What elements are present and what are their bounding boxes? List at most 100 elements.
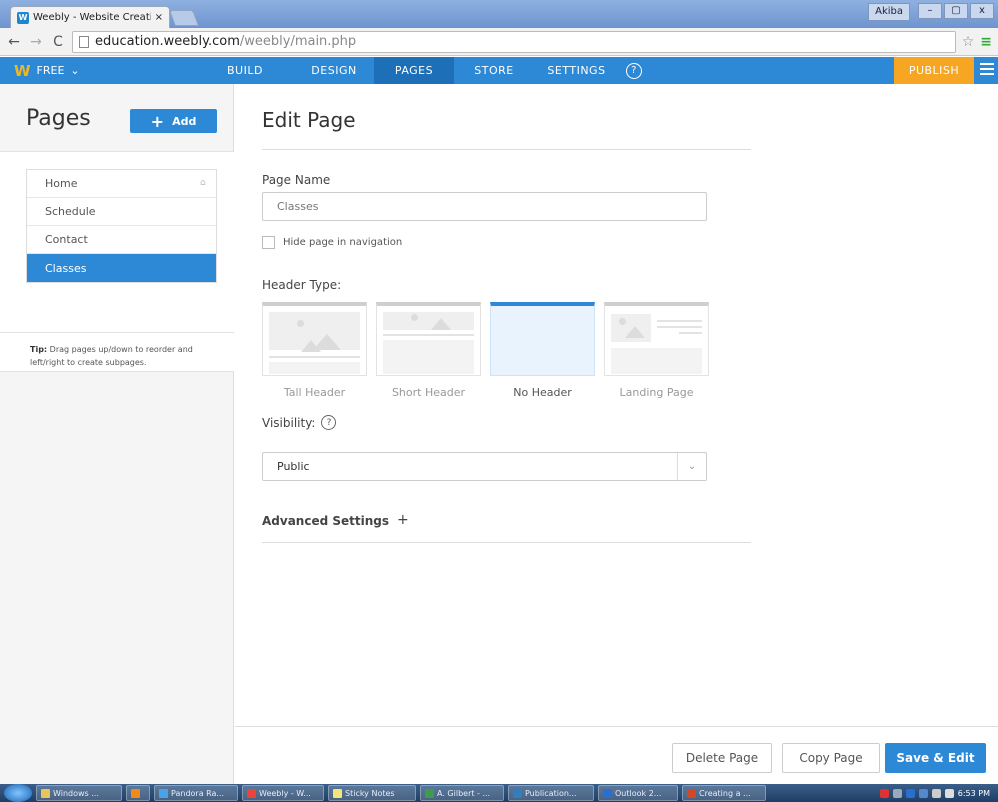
- forward-arrow-icon[interactable]: →: [28, 34, 44, 50]
- volume-icon[interactable]: [944, 788, 954, 798]
- browser-titlebar: W Weebly - Website Creatio × Akiba – ▢ x: [0, 0, 998, 28]
- help-button[interactable]: ?: [619, 57, 649, 84]
- divider: [262, 542, 751, 543]
- minimize-button[interactable]: –: [918, 3, 942, 19]
- taskbar-item-chrome[interactable]: Weebly - W...: [242, 785, 324, 801]
- copy-page-button[interactable]: Copy Page: [782, 743, 880, 773]
- tab-store[interactable]: STORE: [454, 57, 534, 84]
- save-and-edit-button[interactable]: Save & Edit: [885, 743, 986, 773]
- taskbar-item-publisher[interactable]: Publication...: [508, 785, 594, 801]
- advanced-label: Advanced Settings: [262, 514, 390, 528]
- page-name-input[interactable]: Classes: [262, 192, 707, 221]
- sidebar-header: Pages + Add: [0, 84, 233, 152]
- chevron-down-icon: ⌄: [677, 453, 706, 480]
- page-icon: [79, 35, 89, 48]
- taskbar-item-pandora[interactable]: Pandora Ra...: [154, 785, 238, 801]
- tray-icon[interactable]: [879, 788, 889, 798]
- tray-icon[interactable]: [931, 788, 941, 798]
- maximize-button[interactable]: ▢: [944, 3, 968, 19]
- reorder-tip: Tip: Drag pages up/down to reorder and l…: [0, 332, 234, 372]
- page-title: Edit Page: [262, 108, 356, 132]
- sidebar-body: Home ⌂ Schedule Contact Classes: [0, 152, 234, 332]
- page-item-schedule[interactable]: Schedule: [27, 198, 216, 226]
- url-path: /weebly/main.php: [239, 34, 357, 49]
- tab-settings[interactable]: SETTINGS: [534, 57, 619, 84]
- tab-design[interactable]: DESIGN: [294, 57, 374, 84]
- no-header-thumbnail: [490, 302, 595, 376]
- browser-menu-icon[interactable]: ≡: [980, 34, 992, 50]
- header-option-label: No Header: [513, 386, 572, 399]
- bookmark-star-icon[interactable]: ☆: [962, 34, 975, 50]
- advanced-settings-toggle[interactable]: Advanced Settings +: [262, 512, 409, 528]
- profile-name[interactable]: Akiba: [868, 3, 910, 21]
- tab-close-icon[interactable]: ×: [155, 12, 163, 23]
- edit-page-panel: Edit Page Page Name Classes Hide page in…: [235, 84, 998, 784]
- start-button-icon[interactable]: [4, 784, 32, 802]
- header-option-short[interactable]: Short Header: [376, 302, 481, 399]
- publish-button[interactable]: PUBLISH: [894, 57, 974, 84]
- plan-label: FREE: [36, 64, 65, 77]
- page-label: Classes: [45, 261, 87, 275]
- help-icon: ?: [626, 62, 642, 79]
- header-type-label: Header Type:: [262, 278, 342, 292]
- chevron-down-icon: ⌄: [70, 64, 80, 77]
- windows-taskbar: Windows ... Pandora Ra... Weebly - W... …: [0, 784, 998, 802]
- weebly-logo-icon: W: [14, 61, 31, 80]
- header-option-tall[interactable]: Tall Header: [262, 302, 367, 399]
- tray-icon[interactable]: [892, 788, 902, 798]
- add-label: Add: [172, 114, 197, 128]
- tab-pages[interactable]: PAGES: [374, 57, 454, 84]
- address-bar[interactable]: education.weebly.com/weebly/main.php: [72, 30, 956, 53]
- visibility-label: Visibility:: [262, 415, 316, 430]
- plus-icon: +: [397, 512, 409, 528]
- back-arrow-icon[interactable]: ←: [6, 34, 22, 50]
- window-controls: Akiba – ▢ x: [868, 3, 994, 21]
- taskbar-item-explorer[interactable]: Windows ...: [36, 785, 122, 801]
- page-name-label: Page Name: [262, 173, 331, 187]
- short-header-thumbnail: [376, 302, 481, 376]
- help-icon[interactable]: ?: [321, 415, 337, 430]
- header-option-landing[interactable]: Landing Page: [604, 302, 709, 399]
- tip-text: Drag pages up/down to reorder and left/r…: [30, 345, 193, 367]
- visibility-select[interactable]: Public ⌄: [262, 452, 707, 481]
- taskbar-item-sticky-notes[interactable]: Sticky Notes: [328, 785, 416, 801]
- pages-sidebar: Pages + Add Home ⌂ Schedule Contact Clas…: [0, 84, 234, 784]
- header-option-label: Tall Header: [283, 386, 346, 399]
- tab-build[interactable]: BUILD: [200, 57, 290, 84]
- add-page-button[interactable]: + Add: [130, 109, 217, 133]
- delete-page-button[interactable]: Delete Page: [672, 743, 772, 773]
- page-item-classes[interactable]: Classes: [27, 254, 216, 282]
- new-tab-button[interactable]: [169, 10, 199, 26]
- header-option-none[interactable]: No Header: [490, 302, 595, 399]
- plan-menu[interactable]: W FREE ⌄: [0, 62, 200, 80]
- page-label: Home: [45, 177, 78, 190]
- reload-icon[interactable]: C: [50, 34, 66, 50]
- page-item-home[interactable]: Home ⌂: [27, 170, 216, 198]
- visibility-value: Public: [277, 460, 310, 473]
- url-host: education.weebly.com: [95, 34, 240, 49]
- tip-label: Tip:: [30, 345, 48, 354]
- header-option-label: Landing Page: [619, 386, 694, 399]
- clock[interactable]: 6:53 PM: [958, 789, 990, 798]
- page-list: Home ⌂ Schedule Contact Classes: [26, 169, 217, 283]
- page-item-contact[interactable]: Contact: [27, 226, 216, 254]
- tray-icon[interactable]: [918, 788, 928, 798]
- browser-tab[interactable]: W Weebly - Website Creatio ×: [10, 6, 170, 28]
- divider: [262, 149, 751, 150]
- page-label: Schedule: [45, 205, 96, 218]
- system-tray: 6:53 PM: [879, 788, 998, 798]
- close-window-button[interactable]: x: [970, 3, 994, 19]
- landing-page-thumbnail: [604, 302, 709, 376]
- taskbar-item-media[interactable]: [126, 785, 150, 801]
- hide-nav-option[interactable]: Hide page in navigation: [262, 236, 402, 249]
- taskbar-item-outlook[interactable]: Outlook 2...: [598, 785, 678, 801]
- weebly-favicon-icon: W: [17, 11, 29, 24]
- page-label: Contact: [45, 233, 88, 246]
- hide-nav-label: Hide page in navigation: [283, 237, 403, 248]
- tall-header-thumbnail: [262, 302, 367, 376]
- taskbar-item-excel[interactable]: A. Gilbert - ...: [420, 785, 504, 801]
- hamburger-menu-icon[interactable]: [980, 63, 994, 77]
- hide-nav-checkbox[interactable]: [262, 236, 275, 249]
- taskbar-item-powerpoint[interactable]: Creating a ...: [682, 785, 766, 801]
- tray-icon[interactable]: [905, 788, 915, 798]
